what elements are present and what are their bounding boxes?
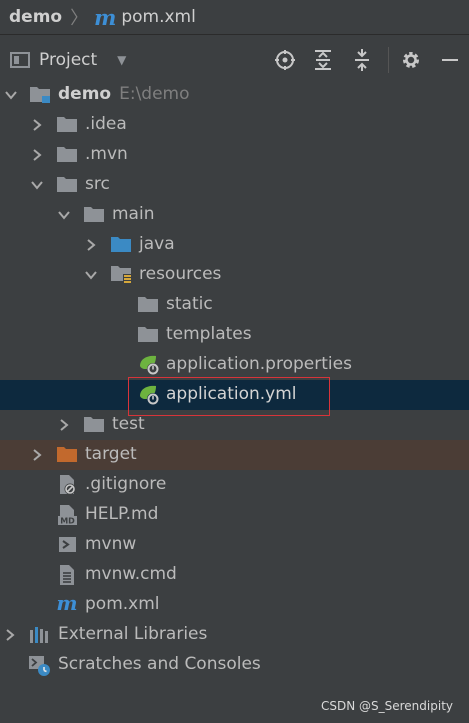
resources-folder-icon	[111, 265, 133, 285]
tree-node-scratches[interactable]: Scratches and Consoles	[0, 650, 469, 680]
tree-label: test	[112, 414, 145, 434]
chevron-right-icon[interactable]	[31, 119, 43, 131]
tree-node-idea[interactable]: .idea	[0, 110, 469, 140]
tree-label: .gitignore	[85, 474, 167, 494]
collapse-all-icon[interactable]	[350, 48, 374, 72]
tree-node-help-md[interactable]: MD HELP.md	[0, 500, 469, 530]
tree-node-root[interactable]: demo E:\demo	[0, 80, 469, 110]
tree-node-main[interactable]: main	[0, 200, 469, 230]
folder-icon	[57, 176, 79, 196]
tree-node-mvnw[interactable]: mvnw	[0, 530, 469, 560]
view-dropdown-icon[interactable]: ▼	[117, 53, 126, 67]
tree-label: resources	[139, 264, 222, 284]
root-project-path: E:\demo	[119, 84, 190, 104]
tree-label: .mvn	[85, 144, 128, 164]
tree-node-resources[interactable]: resources	[0, 260, 469, 290]
chevron-down-icon[interactable]	[85, 269, 97, 281]
tree-node-mvn[interactable]: .mvn	[0, 140, 469, 170]
breadcrumb-separator: 〉	[70, 8, 89, 29]
tree-node-pom-xml[interactable]: m pom.xml	[0, 590, 469, 620]
folder-icon	[57, 146, 79, 166]
tree-node-gitignore[interactable]: .gitignore	[0, 470, 469, 500]
tree-node-application-properties[interactable]: application.properties	[0, 350, 469, 380]
folder-icon	[84, 416, 106, 436]
root-project-label: demo	[58, 84, 112, 104]
tree-node-java[interactable]: java	[0, 230, 469, 260]
excluded-folder-icon	[57, 446, 79, 466]
locate-icon[interactable]	[273, 48, 297, 72]
breadcrumb-project[interactable]: demo	[9, 7, 62, 27]
ignore-file-icon	[58, 474, 80, 495]
tree-label: .idea	[85, 114, 127, 134]
text-file-icon	[58, 564, 80, 585]
chevron-right-icon[interactable]	[58, 419, 70, 431]
svg-text:m: m	[56, 593, 77, 615]
tree-label: HELP.md	[85, 504, 159, 524]
tree-label: application.properties	[166, 354, 352, 374]
tree-label: External Libraries	[58, 624, 208, 644]
tree-label: src	[85, 174, 110, 194]
tree-label: static	[166, 294, 213, 314]
library-icon	[29, 625, 51, 645]
module-folder-icon	[30, 85, 52, 105]
chevron-down-icon[interactable]	[58, 209, 70, 221]
chevron-right-icon[interactable]	[85, 239, 97, 251]
project-view-title[interactable]: Project	[39, 50, 97, 70]
scratches-icon	[28, 654, 50, 676]
gear-icon[interactable]	[399, 48, 423, 72]
spring-config-icon	[138, 354, 160, 375]
tree-label: mvnw	[85, 534, 137, 554]
watermark: CSDN @S_Serendipity	[320, 699, 453, 713]
highlight-annotation	[128, 377, 330, 416]
tree-node-mvnw-cmd[interactable]: mvnw.cmd	[0, 560, 469, 590]
folder-icon	[57, 116, 79, 136]
source-folder-icon	[111, 236, 133, 256]
chevron-right-icon[interactable]	[31, 449, 43, 461]
tree-label: Scratches and Consoles	[58, 654, 261, 674]
project-window-icon	[10, 52, 30, 68]
tree-label: mvnw.cmd	[85, 564, 177, 584]
minimize-icon[interactable]	[438, 48, 462, 72]
folder-icon	[138, 326, 160, 346]
expand-all-icon[interactable]	[311, 48, 335, 72]
breadcrumb-file[interactable]: pom.xml	[121, 7, 196, 27]
tree-label: main	[112, 204, 155, 224]
shell-script-icon	[58, 535, 80, 555]
project-toolbar: Project ▼	[0, 44, 469, 76]
tree-label: java	[139, 234, 175, 254]
toolbar-divider	[388, 47, 389, 73]
folder-icon	[84, 206, 106, 226]
maven-icon: m	[94, 4, 117, 30]
chevron-down-icon[interactable]	[5, 89, 17, 101]
breadcrumb: demo 〉 m pom.xml	[0, 0, 469, 35]
tree-label: target	[85, 444, 137, 464]
markdown-file-icon: MD	[57, 504, 79, 526]
folder-icon	[138, 296, 160, 316]
tree-node-target[interactable]: target	[0, 440, 469, 470]
tree-label: pom.xml	[85, 594, 160, 614]
chevron-right-icon[interactable]	[31, 149, 43, 161]
chevron-right-icon[interactable]	[4, 629, 16, 641]
tree-node-src[interactable]: src	[0, 170, 469, 200]
tree-node-external-libraries[interactable]: External Libraries	[0, 620, 469, 650]
tree-node-static[interactable]: static	[0, 290, 469, 320]
tree-node-templates[interactable]: templates	[0, 320, 469, 350]
svg-text:MD: MD	[60, 517, 75, 526]
maven-icon: m	[55, 591, 77, 615]
tree-label: templates	[166, 324, 252, 344]
chevron-down-icon[interactable]	[31, 179, 43, 191]
